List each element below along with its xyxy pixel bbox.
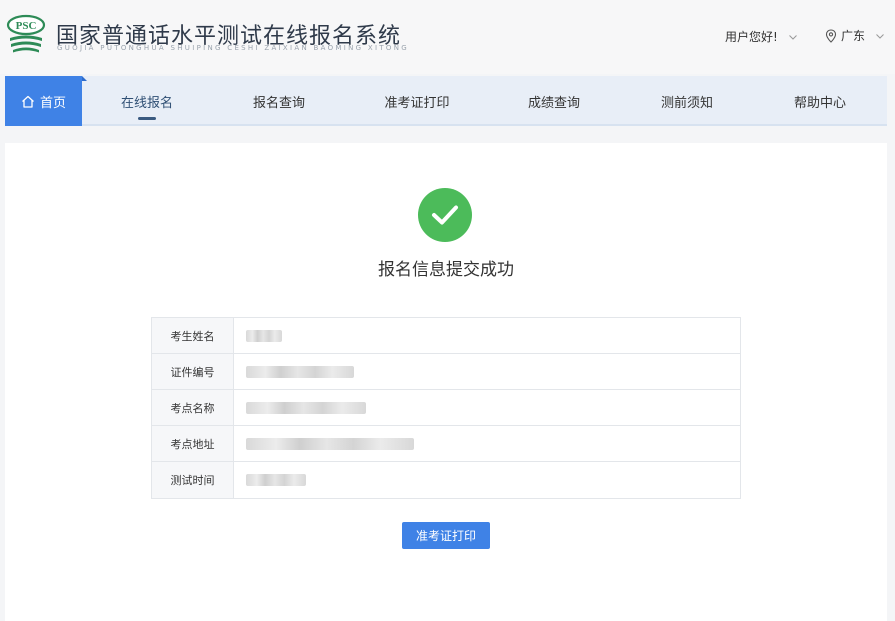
region-label: 广东 (841, 29, 866, 43)
table-row: 测试时间 (152, 462, 740, 498)
nav-online-registration[interactable]: 在线报名 (103, 76, 191, 126)
table-row: 考点地址 (152, 426, 740, 462)
field-value-redacted (234, 462, 740, 498)
nav-label: 帮助中心 (793, 95, 846, 111)
nav-home-label: 首页 (39, 95, 66, 111)
nav-label: 成绩查询 (527, 95, 580, 111)
field-value-redacted (234, 318, 740, 353)
main-nav: 首页 在线报名 报名查询 准考证打印 成绩查询 测前须知 帮助中心 (5, 76, 887, 126)
site-subtitle: GUOJIA PUTONGHUA SHUIPING CESHI ZAIXIAN … (57, 44, 409, 52)
field-label: 考生姓名 (152, 318, 234, 353)
print-admission-ticket-button[interactable]: 准考证打印 (402, 522, 490, 549)
nav-test-notice[interactable]: 测前须知 (643, 76, 731, 126)
success-message: 报名信息提交成功 (378, 260, 514, 280)
nav-home[interactable]: 首页 (5, 76, 87, 126)
site-header: PSC 国家普通话水平测试在线报名系统 GUOJIA PUTONGHUA SHU… (0, 0, 895, 74)
chevron-down-icon (788, 34, 797, 40)
registration-info-table: 考生姓名 证件编号 考点名称 考点地址 测试时间 (151, 317, 741, 499)
psc-logo-icon[interactable]: PSC (6, 14, 46, 54)
nav-score-query[interactable]: 成绩查询 (510, 76, 598, 126)
chevron-down-icon (876, 33, 884, 39)
table-row: 考生姓名 (152, 318, 740, 354)
nav-label: 测前须知 (660, 95, 713, 111)
field-label: 考点名称 (152, 390, 234, 425)
checkmark-icon (432, 205, 458, 225)
field-value-redacted (234, 390, 740, 425)
logo-text: PSC (16, 20, 37, 32)
table-row: 证件编号 (152, 354, 740, 390)
field-value-redacted (234, 354, 740, 389)
nav-help-center[interactable]: 帮助中心 (776, 76, 864, 126)
user-greeting: 用户您好! (725, 30, 778, 44)
field-label: 测试时间 (152, 462, 234, 498)
nav-label: 准考证打印 (384, 95, 450, 111)
nav-admission-ticket[interactable]: 准考证打印 (367, 76, 467, 126)
field-label: 考点地址 (152, 426, 234, 461)
home-icon (22, 95, 34, 108)
success-icon (418, 188, 472, 242)
field-label: 证件编号 (152, 354, 234, 389)
nav-registration-query[interactable]: 报名查询 (235, 76, 323, 126)
nav-label: 在线报名 (120, 95, 173, 111)
active-indicator (138, 117, 156, 120)
field-value-redacted (234, 426, 740, 461)
nav-label: 报名查询 (252, 95, 305, 111)
user-menu[interactable]: 用户您好! (725, 28, 798, 45)
region-selector[interactable]: 广东 (825, 27, 885, 44)
result-card: 报名信息提交成功 考生姓名 证件编号 考点名称 考点地址 测试时间 准考证打印 (5, 143, 887, 621)
table-row: 考点名称 (152, 390, 740, 426)
location-pin-icon (825, 28, 837, 43)
